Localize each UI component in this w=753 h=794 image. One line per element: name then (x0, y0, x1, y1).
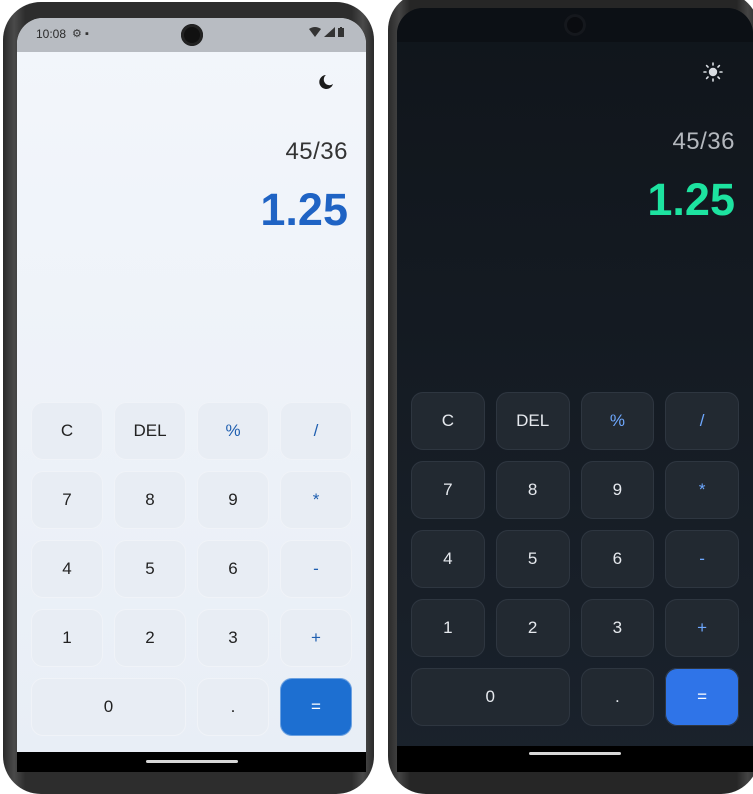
expression-display: 45/36 (285, 138, 348, 165)
delete-button[interactable]: DEL (114, 402, 186, 460)
percent-button[interactable]: % (197, 402, 269, 460)
keypad: C DEL % / 7 8 9 * 4 5 6 - 1 2 3 + 0 . = (411, 392, 739, 726)
clear-button[interactable]: C (411, 392, 485, 450)
digit-4-button[interactable]: 4 (31, 540, 103, 598)
percent-button[interactable]: % (580, 392, 655, 450)
digit-6-button[interactable]: 6 (580, 530, 655, 588)
light-theme-phone: 10:08 ⚙ ▪ 45/36 1.25 C DEL % / 7 8 9 * 4… (3, 2, 374, 794)
home-gesture-handle[interactable] (529, 752, 621, 755)
decimal-button[interactable]: . (580, 668, 655, 726)
divide-button[interactable]: / (280, 402, 352, 460)
calculator-screen: 10:08 ⚙ ▪ 45/36 1.25 C DEL % / 7 8 9 * 4… (17, 18, 366, 772)
keypad: C DEL % / 7 8 9 * 4 5 6 - 1 2 3 + 0 . = (31, 402, 352, 736)
front-camera (564, 14, 586, 36)
plus-button[interactable]: + (280, 609, 352, 667)
digit-7-button[interactable]: 7 (31, 471, 103, 529)
multiply-button[interactable]: * (665, 461, 739, 519)
theme-toggle-button[interactable] (701, 60, 725, 84)
equals-button[interactable]: = (280, 678, 352, 736)
digit-7-button[interactable]: 7 (411, 461, 485, 519)
theme-toggle-button[interactable] (314, 70, 338, 94)
digit-8-button[interactable]: 8 (114, 471, 186, 529)
result-display: 1.25 (647, 174, 735, 225)
battery-icon (338, 27, 344, 37)
digit-5-button[interactable]: 5 (495, 530, 570, 588)
minus-button[interactable]: - (280, 540, 352, 598)
digit-2-button[interactable]: 2 (114, 609, 186, 667)
multiply-button[interactable]: * (280, 471, 352, 529)
moon-icon (319, 75, 333, 89)
digit-1-button[interactable]: 1 (411, 599, 485, 657)
wifi-icon (308, 27, 321, 37)
minus-button[interactable]: - (665, 530, 739, 588)
dark-theme-phone: 45/36 1.25 C DEL % / 7 8 9 * 4 5 6 - 1 2… (388, 0, 753, 794)
navigation-bar (397, 746, 753, 772)
status-right-icons (308, 27, 344, 40)
digit-9-button[interactable]: 9 (580, 461, 655, 519)
digit-2-button[interactable]: 2 (495, 599, 570, 657)
digit-0-button[interactable]: 0 (411, 668, 570, 726)
digit-5-button[interactable]: 5 (114, 540, 186, 598)
delete-button[interactable]: DEL (495, 392, 570, 450)
decimal-button[interactable]: . (197, 678, 269, 736)
digit-0-button[interactable]: 0 (31, 678, 186, 736)
sim-card-icon: ▪ (84, 28, 89, 40)
clear-button[interactable]: C (31, 402, 103, 460)
front-camera (180, 24, 203, 46)
signal-icon (323, 27, 335, 37)
status-bar: 10:08 ⚙ ▪ (17, 18, 366, 52)
gear-icon: ⚙ (72, 28, 82, 40)
digit-8-button[interactable]: 8 (495, 461, 570, 519)
status-time: 10:08 (36, 27, 67, 41)
sun-icon (703, 62, 723, 82)
status-left-icons: ⚙ ▪ (72, 27, 89, 40)
home-gesture-handle[interactable] (145, 760, 238, 763)
status-bar (397, 8, 753, 42)
calculator-screen: 45/36 1.25 C DEL % / 7 8 9 * 4 5 6 - 1 2… (397, 8, 753, 772)
digit-1-button[interactable]: 1 (31, 609, 103, 667)
digit-3-button[interactable]: 3 (197, 609, 269, 667)
equals-button[interactable]: = (665, 668, 739, 726)
digit-9-button[interactable]: 9 (197, 471, 269, 529)
digit-3-button[interactable]: 3 (580, 599, 655, 657)
expression-display: 45/36 (672, 128, 735, 155)
navigation-bar (17, 752, 366, 772)
digit-4-button[interactable]: 4 (411, 530, 485, 588)
plus-button[interactable]: + (665, 599, 739, 657)
result-display: 1.25 (260, 184, 348, 235)
divide-button[interactable]: / (665, 392, 739, 450)
digit-6-button[interactable]: 6 (197, 540, 269, 598)
